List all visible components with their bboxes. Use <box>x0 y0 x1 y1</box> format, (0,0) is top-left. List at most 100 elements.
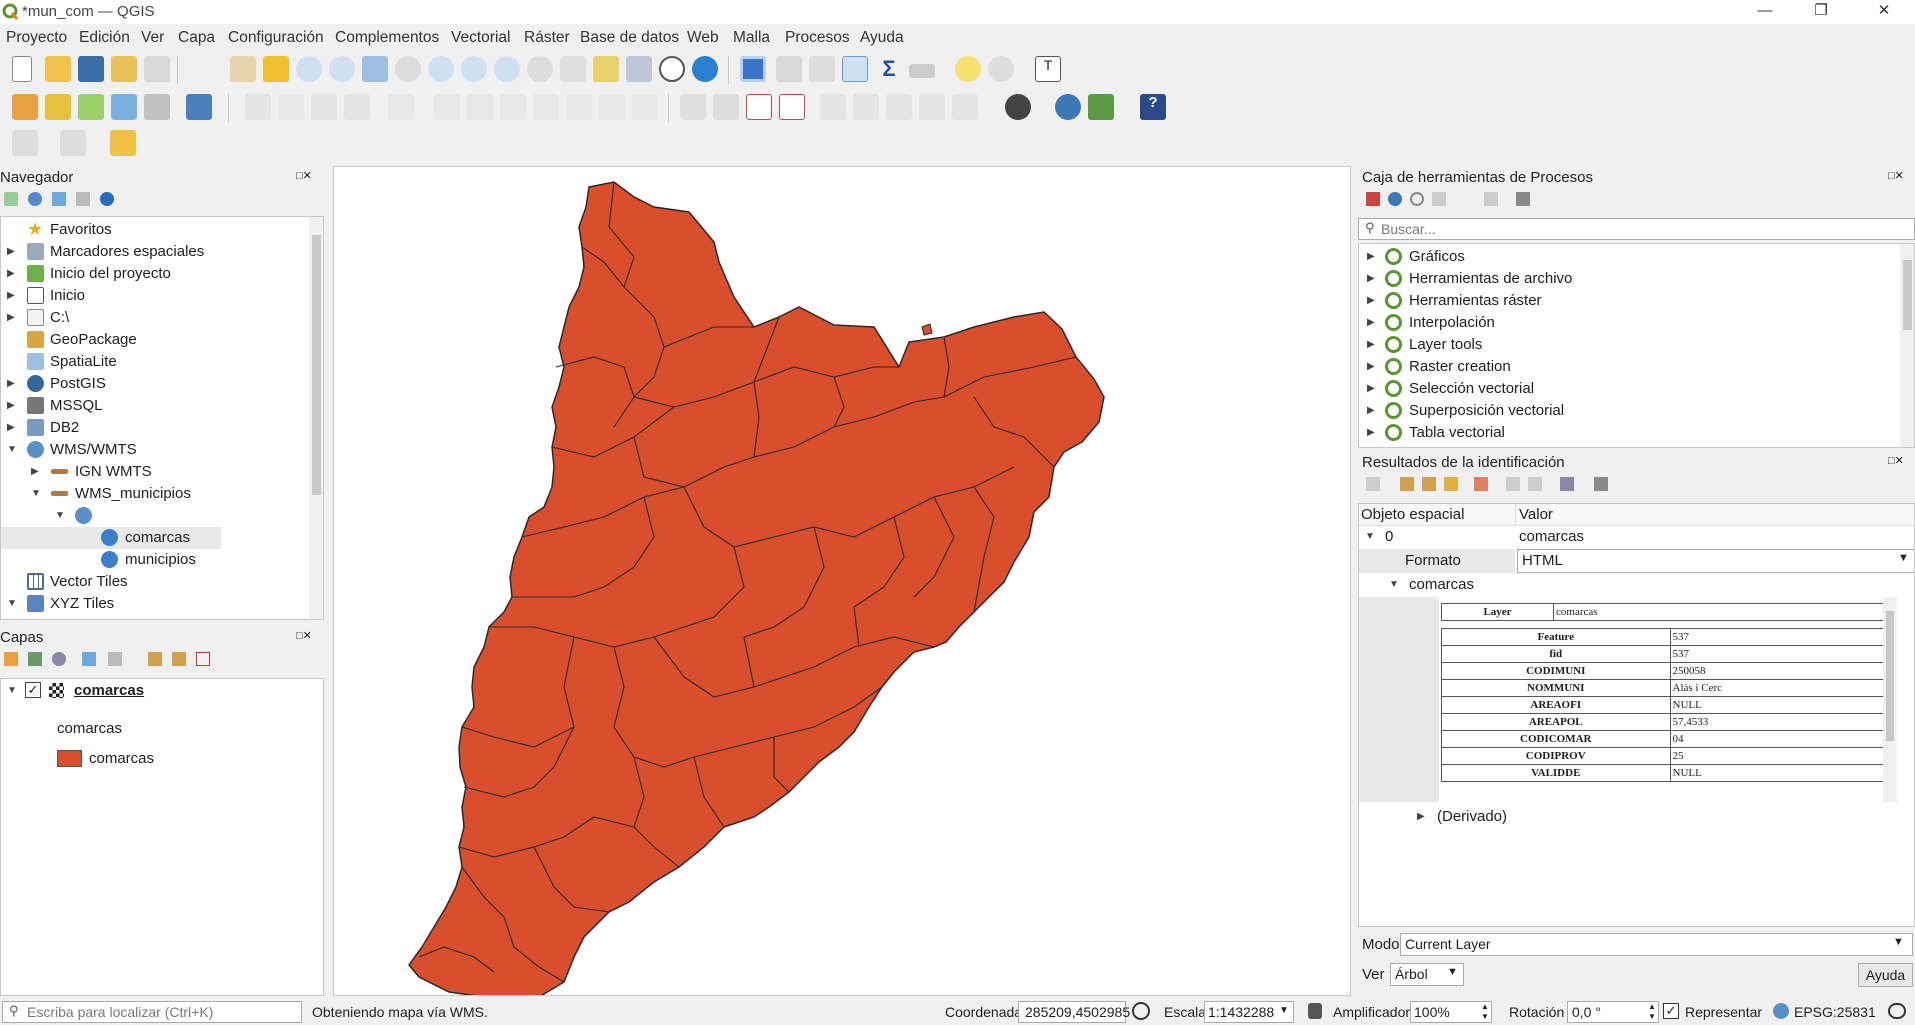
browser-item[interactable]: SpatiaLite <box>1 351 323 373</box>
zoom-out-icon[interactable] <box>329 56 355 82</box>
lock-icon[interactable] <box>1308 1003 1322 1019</box>
browser-item[interactable]: ▶ Marcadores espaciales <box>1 241 323 263</box>
browser-scrollbar[interactable] <box>309 217 323 619</box>
processing-item[interactable]: ▶ Herramientas ráster <box>1359 290 1914 312</box>
show-bookmarks-icon[interactable] <box>626 56 652 82</box>
refresh-icon[interactable] <box>28 192 42 206</box>
identify-mode-icon[interactable] <box>1560 477 1574 491</box>
new-virtual-layer-icon[interactable] <box>186 94 212 120</box>
new-spatialite-layer-icon[interactable] <box>111 94 137 120</box>
collapse-tree-icon[interactable] <box>1422 477 1436 491</box>
browser-item[interactable]: ▼ <box>1 505 323 527</box>
help-icon[interactable]: ? <box>1140 94 1166 120</box>
menu-base-de-datos[interactable]: Base de datos <box>580 29 679 47</box>
statistics-sigma-icon[interactable]: Σ <box>876 56 902 82</box>
models-icon[interactable] <box>1366 192 1380 206</box>
float-panel-icon[interactable]: □✕ <box>1888 169 1904 182</box>
identify-row-layer[interactable]: ▼ 0 comarcas <box>1359 526 1914 548</box>
browser-item[interactable]: ★ Favoritos <box>1 219 323 241</box>
menu-malla[interactable]: Malla <box>733 29 770 47</box>
remove-layer-icon[interactable] <box>196 652 210 666</box>
processing-item[interactable]: ▶ Herramientas de archivo <box>1359 268 1914 290</box>
label-toolbar-icon[interactable] <box>680 94 706 120</box>
float-panel-icon[interactable]: □✕ <box>296 629 312 642</box>
deselect-all-layers-icon[interactable] <box>110 130 136 156</box>
scrollbar-thumb[interactable] <box>1903 260 1912 330</box>
text-annotation-icon[interactable]: T <box>1035 56 1061 82</box>
collapse-all-icon[interactable] <box>172 652 186 666</box>
scale-field[interactable]: 1:1432288 ▼ <box>1204 1001 1294 1023</box>
zoom-last-icon[interactable] <box>494 56 520 82</box>
minimize-button[interactable]: — <box>1737 0 1793 24</box>
browser-item[interactable]: Vector Tiles <box>1 571 323 593</box>
processing-item[interactable]: ▶ Tabla vectorial <box>1359 422 1914 444</box>
browser-item[interactable]: municipios <box>1 549 323 571</box>
processing-scrollbar[interactable] <box>1900 244 1914 447</box>
label-options-icon[interactable] <box>779 94 805 120</box>
browser-item[interactable]: ▶ MSSQL <box>1 395 323 417</box>
zoom-to-selection-icon[interactable] <box>395 56 421 82</box>
show-unplaced-labels-icon[interactable] <box>820 94 846 120</box>
new-project-icon[interactable] <box>12 56 32 82</box>
browser-item[interactable]: ▼ WMS_municipios <box>1 483 323 505</box>
python-console-icon[interactable] <box>1055 94 1081 120</box>
new-shapefile-layer-icon[interactable] <box>78 94 104 120</box>
browser-item[interactable]: ▼ WMS/WMTS <box>1 439 323 461</box>
menu-edicion[interactable]: Edición <box>79 29 130 47</box>
pan-to-selection-icon[interactable] <box>263 56 289 82</box>
menu-ayuda[interactable]: Ayuda <box>860 29 904 47</box>
float-panel-icon[interactable]: □✕ <box>1888 454 1904 467</box>
refresh-icon[interactable] <box>692 56 718 82</box>
copy-features-icon[interactable] <box>533 94 559 120</box>
filter-legend-icon[interactable] <box>108 652 122 666</box>
identify-row-feature[interactable]: ▼ comarcas <box>1359 574 1914 596</box>
zoom-next-icon[interactable] <box>527 56 553 82</box>
select-features-icon[interactable] <box>988 56 1014 82</box>
zoom-native-icon[interactable] <box>461 56 487 82</box>
close-button[interactable]: ✕ <box>1856 0 1912 24</box>
col-feature-header[interactable]: Objeto espacial <box>1361 506 1464 523</box>
open-attribute-table-icon[interactable] <box>776 56 802 82</box>
processing-item[interactable]: ▶ Selección vectorial <box>1359 378 1914 400</box>
expand-all-icon[interactable] <box>148 652 162 666</box>
layout-manager-icon[interactable] <box>144 56 170 82</box>
crs-globe-icon[interactable] <box>1773 1003 1789 1019</box>
filter-icon[interactable] <box>52 192 66 206</box>
menu-vectorial[interactable]: Vectorial <box>451 29 510 47</box>
zoom-full-icon[interactable] <box>362 56 388 82</box>
python-scripts-icon[interactable] <box>1388 192 1402 206</box>
style-icon[interactable] <box>4 652 18 666</box>
map-region-island[interactable] <box>921 323 933 336</box>
plugin-gear-icon[interactable] <box>1088 94 1114 120</box>
scrollbar-thumb[interactable] <box>312 235 321 495</box>
save-project-icon[interactable] <box>78 56 104 82</box>
col-value-header[interactable]: Valor <box>1519 506 1553 523</box>
format-select[interactable]: HTML ▼ <box>1517 549 1914 573</box>
expand-tree-icon[interactable] <box>1400 477 1414 491</box>
undo-icon[interactable] <box>599 94 625 120</box>
paste-features-icon[interactable] <box>566 94 592 120</box>
label-properties-icon[interactable] <box>952 94 978 120</box>
processing-toolbox-icon[interactable] <box>842 56 868 82</box>
open-project-icon[interactable] <box>45 56 71 82</box>
processing-search-input[interactable]: ⚲ Buscar... <box>1358 218 1915 240</box>
identify-icon[interactable] <box>740 56 766 82</box>
print-icon[interactable] <box>1528 477 1542 491</box>
new-map-view-icon[interactable] <box>560 56 586 82</box>
filter-icon[interactable] <box>82 652 96 666</box>
cut-features-icon[interactable] <box>500 94 526 120</box>
rotate-label-icon[interactable] <box>886 94 912 120</box>
new-geopackage-layer-icon[interactable] <box>45 94 71 120</box>
delete-selected-icon[interactable] <box>467 94 493 120</box>
browser-item[interactable]: ▶ DB2 <box>1 417 323 439</box>
add-layer-icon[interactable] <box>4 192 18 206</box>
processing-item[interactable]: ▶ Interpolación <box>1359 312 1914 334</box>
processing-item[interactable]: ▶ Raster creation <box>1359 356 1914 378</box>
plugin-globe-icon[interactable] <box>1005 94 1031 120</box>
float-panel-icon[interactable]: □✕ <box>296 169 312 182</box>
map-tips-icon[interactable] <box>955 56 981 82</box>
layer-name[interactable]: comarcas <box>74 682 144 699</box>
edit-features-in-place-icon[interactable] <box>1484 192 1498 206</box>
new-print-layout-icon[interactable] <box>111 56 137 82</box>
browser-item[interactable]: ▶ Inicio del proyecto <box>1 263 323 285</box>
